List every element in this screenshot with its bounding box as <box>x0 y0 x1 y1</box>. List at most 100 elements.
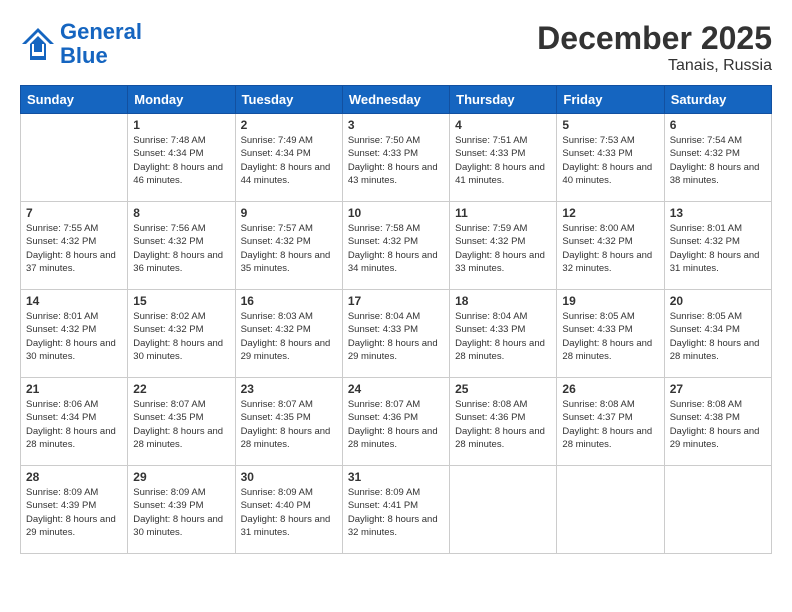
calendar-cell: 16 Sunrise: 8:03 AMSunset: 4:32 PMDayligh… <box>235 290 342 378</box>
calendar-cell: 17Sunrise: 8:04 AMSunset: 4:33 PMDayligh… <box>342 290 449 378</box>
day-info: Sunrise: 8:07 AMSunset: 4:36 PMDaylight:… <box>348 398 444 451</box>
calendar-table: SundayMondayTuesdayWednesdayThursdayFrid… <box>20 85 772 554</box>
calendar-cell: 29 Sunrise: 8:09 AMSunset: 4:39 PMDayligh… <box>128 466 235 554</box>
day-number: 4 <box>455 118 551 132</box>
day-number: 10 <box>348 206 444 220</box>
day-number: 28 <box>26 470 122 484</box>
calendar-cell: 9Sunrise: 7:57 AMSunset: 4:32 PMDaylight… <box>235 202 342 290</box>
day-number: 25 <box>455 382 551 396</box>
day-info: Sunrise: 7:54 AMSunset: 4:32 PMDaylight:… <box>670 134 766 187</box>
calendar-cell: 26 Sunrise: 8:08 AMSunset: 4:37 PMDayligh… <box>557 378 664 466</box>
day-number: 2 <box>241 118 337 132</box>
day-info: Sunrise: 8:02 AMSunset: 4:32 PMDaylight:… <box>133 310 229 363</box>
day-info: Sunrise: 7:50 AMSunset: 4:33 PMDaylight:… <box>348 134 444 187</box>
calendar-cell: 5 Sunrise: 7:53 AMSunset: 4:33 PMDaylight… <box>557 114 664 202</box>
day-number: 5 <box>562 118 658 132</box>
week-row-5: 28 Sunrise: 8:09 AMSunset: 4:39 PMDayligh… <box>21 466 772 554</box>
calendar-cell: 8 Sunrise: 7:56 AMSunset: 4:32 PMDaylight… <box>128 202 235 290</box>
logo-text: General Blue <box>60 20 142 68</box>
day-number: 29 <box>133 470 229 484</box>
day-number: 22 <box>133 382 229 396</box>
logo: General Blue <box>20 20 142 68</box>
day-info: Sunrise: 8:08 AMSunset: 4:38 PMDaylight:… <box>670 398 766 451</box>
day-info: Sunrise: 7:58 AMSunset: 4:32 PMDaylight:… <box>348 222 444 275</box>
day-number: 7 <box>26 206 122 220</box>
calendar-cell <box>450 466 557 554</box>
day-number: 13 <box>670 206 766 220</box>
logo-line1: General <box>60 19 142 44</box>
day-number: 21 <box>26 382 122 396</box>
day-info: Sunrise: 8:07 AMSunset: 4:35 PMDaylight:… <box>133 398 229 451</box>
calendar-cell: 11 Sunrise: 7:59 AMSunset: 4:32 PMDayligh… <box>450 202 557 290</box>
day-number: 12 <box>562 206 658 220</box>
header-day-friday: Friday <box>557 86 664 114</box>
day-number: 15 <box>133 294 229 308</box>
day-info: Sunrise: 7:48 AMSunset: 4:34 PMDaylight:… <box>133 134 229 187</box>
day-number: 20 <box>670 294 766 308</box>
title-block: December 2025 Tanais, Russia <box>537 20 772 75</box>
day-info: Sunrise: 7:53 AMSunset: 4:33 PMDaylight:… <box>562 134 658 187</box>
calendar-cell: 19Sunrise: 8:05 AMSunset: 4:33 PMDayligh… <box>557 290 664 378</box>
day-number: 18 <box>455 294 551 308</box>
header-day-monday: Monday <box>128 86 235 114</box>
header-day-saturday: Saturday <box>664 86 771 114</box>
day-number: 16 <box>241 294 337 308</box>
calendar-cell <box>664 466 771 554</box>
header-day-sunday: Sunday <box>21 86 128 114</box>
day-number: 31 <box>348 470 444 484</box>
calendar-cell: 25 Sunrise: 8:08 AMSunset: 4:36 PMDayligh… <box>450 378 557 466</box>
day-number: 8 <box>133 206 229 220</box>
week-row-4: 21 Sunrise: 8:06 AMSunset: 4:34 PMDayligh… <box>21 378 772 466</box>
calendar-cell: 20 Sunrise: 8:05 AMSunset: 4:34 PMDayligh… <box>664 290 771 378</box>
calendar-cell <box>21 114 128 202</box>
calendar-cell: 7Sunrise: 7:55 AMSunset: 4:32 PMDaylight… <box>21 202 128 290</box>
day-info: Sunrise: 8:09 AMSunset: 4:39 PMDaylight:… <box>133 486 229 539</box>
calendar-cell: 18 Sunrise: 8:04 AMSunset: 4:33 PMDayligh… <box>450 290 557 378</box>
day-number: 26 <box>562 382 658 396</box>
day-info: Sunrise: 7:51 AMSunset: 4:33 PMDaylight:… <box>455 134 551 187</box>
calendar-cell: 10 Sunrise: 7:58 AMSunset: 4:32 PMDayligh… <box>342 202 449 290</box>
day-info: Sunrise: 7:57 AMSunset: 4:32 PMDaylight:… <box>241 222 337 275</box>
day-info: Sunrise: 8:09 AMSunset: 4:40 PMDaylight:… <box>241 486 337 539</box>
calendar-cell: 2Sunrise: 7:49 AMSunset: 4:34 PMDaylight… <box>235 114 342 202</box>
calendar-cell: 22 Sunrise: 8:07 AMSunset: 4:35 PMDayligh… <box>128 378 235 466</box>
day-info: Sunrise: 8:01 AMSunset: 4:32 PMDaylight:… <box>26 310 122 363</box>
day-number: 23 <box>241 382 337 396</box>
day-info: Sunrise: 8:06 AMSunset: 4:34 PMDaylight:… <box>26 398 122 451</box>
calendar-cell: 30 Sunrise: 8:09 AMSunset: 4:40 PMDayligh… <box>235 466 342 554</box>
calendar-cell: 28Sunrise: 8:09 AMSunset: 4:39 PMDayligh… <box>21 466 128 554</box>
header-row: SundayMondayTuesdayWednesdayThursdayFrid… <box>21 86 772 114</box>
header-day-tuesday: Tuesday <box>235 86 342 114</box>
calendar-body: 1Sunrise: 7:48 AMSunset: 4:34 PMDaylight… <box>21 114 772 554</box>
day-number: 30 <box>241 470 337 484</box>
calendar-cell: 6Sunrise: 7:54 AMSunset: 4:32 PMDaylight… <box>664 114 771 202</box>
day-number: 11 <box>455 206 551 220</box>
header-day-wednesday: Wednesday <box>342 86 449 114</box>
day-info: Sunrise: 8:01 AMSunset: 4:32 PMDaylight:… <box>670 222 766 275</box>
day-number: 3 <box>348 118 444 132</box>
page: General Blue December 2025 Tanais, Russi… <box>0 0 792 612</box>
calendar-cell: 4 Sunrise: 7:51 AMSunset: 4:33 PMDaylight… <box>450 114 557 202</box>
calendar-cell: 14 Sunrise: 8:01 AMSunset: 4:32 PMDayligh… <box>21 290 128 378</box>
calendar-cell: 13 Sunrise: 8:01 AMSunset: 4:32 PMDayligh… <box>664 202 771 290</box>
logo-icon <box>20 26 56 62</box>
calendar-cell: 1Sunrise: 7:48 AMSunset: 4:34 PMDaylight… <box>128 114 235 202</box>
day-info: Sunrise: 8:00 AMSunset: 4:32 PMDaylight:… <box>562 222 658 275</box>
day-info: Sunrise: 8:05 AMSunset: 4:34 PMDaylight:… <box>670 310 766 363</box>
day-info: Sunrise: 8:08 AMSunset: 4:37 PMDaylight:… <box>562 398 658 451</box>
week-row-2: 7Sunrise: 7:55 AMSunset: 4:32 PMDaylight… <box>21 202 772 290</box>
day-info: Sunrise: 7:56 AMSunset: 4:32 PMDaylight:… <box>133 222 229 275</box>
day-number: 24 <box>348 382 444 396</box>
day-info: Sunrise: 7:59 AMSunset: 4:32 PMDaylight:… <box>455 222 551 275</box>
day-info: Sunrise: 8:04 AMSunset: 4:33 PMDaylight:… <box>455 310 551 363</box>
logo-line2: Blue <box>60 43 108 68</box>
day-info: Sunrise: 8:03 AMSunset: 4:32 PMDaylight:… <box>241 310 337 363</box>
header-day-thursday: Thursday <box>450 86 557 114</box>
week-row-1: 1Sunrise: 7:48 AMSunset: 4:34 PMDaylight… <box>21 114 772 202</box>
day-number: 14 <box>26 294 122 308</box>
calendar-cell: 23Sunrise: 8:07 AMSunset: 4:35 PMDayligh… <box>235 378 342 466</box>
header: General Blue December 2025 Tanais, Russi… <box>20 20 772 75</box>
calendar-cell: 31Sunrise: 8:09 AMSunset: 4:41 PMDayligh… <box>342 466 449 554</box>
day-number: 27 <box>670 382 766 396</box>
day-info: Sunrise: 8:08 AMSunset: 4:36 PMDaylight:… <box>455 398 551 451</box>
